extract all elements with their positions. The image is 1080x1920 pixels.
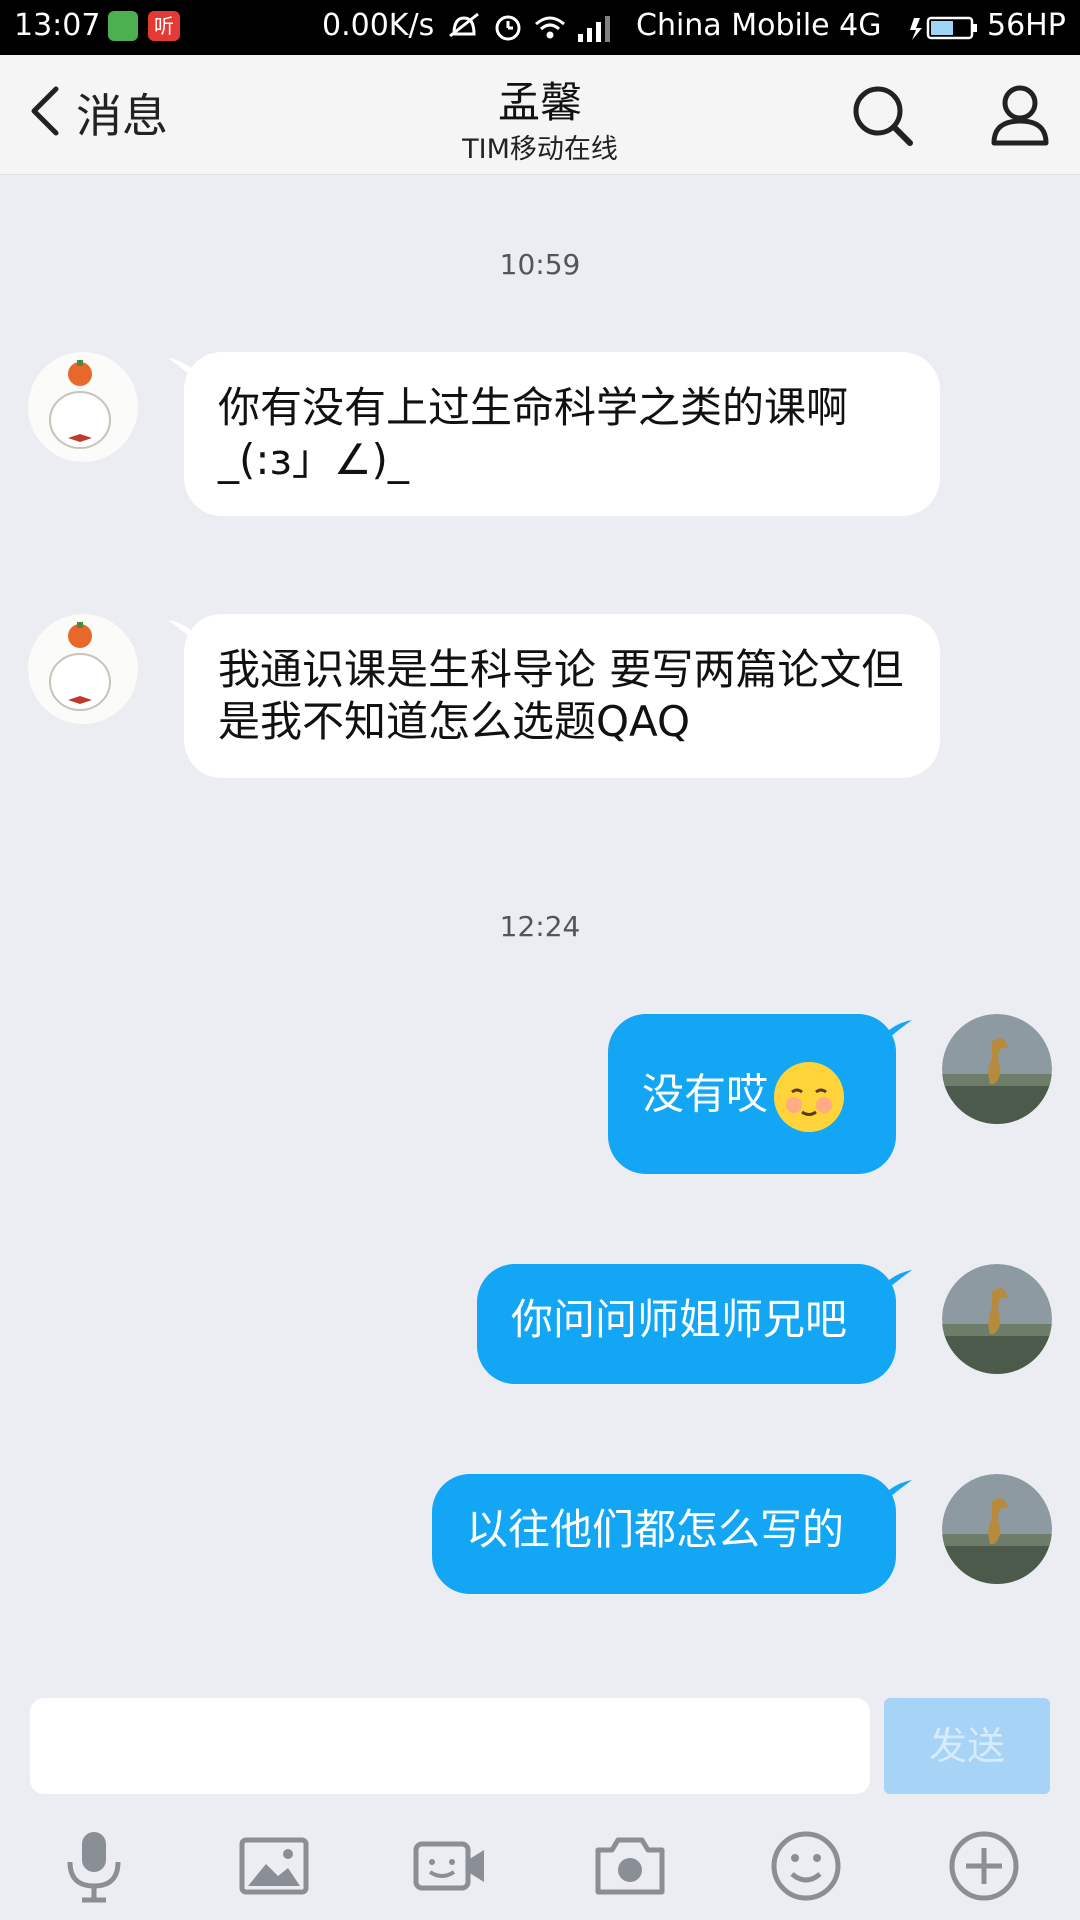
outgoing-message[interactable]: 没有哎 [608,1014,896,1174]
bubble-tail [884,1270,912,1292]
camera-button[interactable] [592,1828,668,1904]
incoming-message[interactable]: 你有没有上过生命科学之类的课啊_(:з」∠)_ [184,352,940,516]
status-icons [448,10,628,52]
plus-icon [946,1828,1022,1904]
image-icon [236,1828,312,1904]
image-button[interactable] [236,1828,312,1904]
camera-icon [592,1828,668,1904]
message-text: 没有哎 [642,1069,769,1119]
emoji-icon [768,1828,844,1904]
microphone-icon [56,1828,132,1904]
my-avatar[interactable] [942,1264,1052,1374]
incoming-message[interactable]: 我通识课是生科导论 要写两篇论文但是我不知道怎么选题QAQ [184,614,940,778]
status-bar: 13:07 听 0.00K/s China Mobile 4G 56HP [0,0,1080,55]
voice-button[interactable] [56,1828,132,1904]
bubble-tail [884,1480,912,1502]
video-call-button[interactable] [412,1828,488,1904]
chat-header: 消息 孟馨 TIM移动在线 [0,55,1080,175]
emoji-button[interactable] [768,1828,844,1904]
contact-name: 孟馨 [497,78,582,127]
search-button[interactable] [850,83,914,147]
carrier-label: China Mobile 4G [636,8,882,43]
bubble-tail [884,1020,912,1042]
network-speed: 0.00K/s [322,8,435,43]
outgoing-message[interactable]: 你问问师姐师兄吧 [477,1264,896,1384]
contact-status: TIM移动在线 [462,134,618,165]
profile-button[interactable] [990,83,1050,147]
my-avatar[interactable] [942,1014,1052,1124]
sim-app-icon [108,11,138,41]
message-timestamp: 12:24 [499,910,581,943]
input-toolbar [0,1808,1080,1920]
battery-icon [910,14,980,42]
more-button[interactable] [946,1828,1022,1904]
message-input[interactable] [30,1698,870,1794]
listen-app-icon: 听 [148,11,180,41]
profile-icon [990,85,1050,151]
message-timestamp: 10:59 [499,248,581,281]
shy-emoji-icon [772,1060,846,1134]
outgoing-message[interactable]: 以往他们都怎么写的 [432,1474,896,1594]
battery-level: 56HP [987,8,1066,43]
my-avatar[interactable] [942,1474,1052,1584]
contact-avatar[interactable] [28,614,138,724]
video-call-icon [412,1828,488,1904]
contact-avatar[interactable] [28,352,138,462]
status-time: 13:07 [14,8,101,43]
search-icon [850,86,914,151]
send-button[interactable]: 发送 [884,1698,1050,1794]
